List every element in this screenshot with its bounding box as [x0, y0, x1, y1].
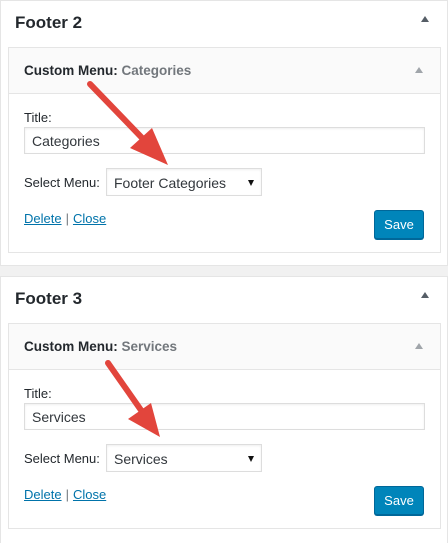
widget-header[interactable]: Custom Menu: Services [9, 324, 440, 370]
widget-area-title: Footer 2 [15, 13, 83, 32]
title-input[interactable] [24, 403, 425, 430]
close-link[interactable]: Close [73, 487, 106, 502]
select-menu-value: Footer Categories [114, 175, 227, 191]
widget-area-footer-2: Footer 2 Custom Menu: Categories Title: … [0, 0, 448, 266]
select-menu-value: Services [114, 451, 168, 467]
title-label: Title: [24, 386, 52, 401]
widget-instance-title: Categories [121, 63, 192, 78]
select-menu-label: Select Menu: [24, 175, 100, 190]
delete-link[interactable]: Delete [24, 487, 62, 502]
select-menu-dropdown[interactable]: Services [106, 444, 262, 472]
widget-type-label: Custom Menu: [24, 339, 118, 354]
collapse-arrow-icon[interactable] [421, 292, 429, 298]
select-menu-label: Select Menu: [24, 451, 100, 466]
widget-type-label: Custom Menu: [24, 63, 118, 78]
widget-area-header[interactable]: Footer 2 [1, 1, 447, 47]
save-button[interactable]: Save [374, 486, 424, 515]
widget-control-actions: Delete | Close [24, 487, 106, 502]
custom-menu-widget: Custom Menu: Categories Title: Select Me… [8, 47, 441, 253]
select-caret-icon [248, 180, 254, 186]
title-input[interactable] [24, 127, 425, 154]
select-menu-dropdown[interactable]: Footer Categories [106, 168, 262, 196]
widget-area-title: Footer 3 [15, 289, 83, 308]
title-label: Title: [24, 110, 52, 125]
delete-link[interactable]: Delete [24, 211, 62, 226]
collapse-arrow-icon[interactable] [415, 67, 423, 73]
select-caret-icon [248, 456, 254, 462]
widget-instance-title: Services [121, 339, 178, 354]
widget-area-header[interactable]: Footer 3 [1, 277, 447, 323]
widget-area-footer-3: Footer 3 Custom Menu: Services Title: Se… [0, 276, 448, 543]
link-separator: | [65, 487, 69, 502]
widget-title: Custom Menu: Services [24, 339, 177, 354]
save-button[interactable]: Save [374, 210, 424, 239]
collapse-arrow-icon[interactable] [421, 16, 429, 22]
link-separator: | [65, 211, 69, 226]
widget-control-actions: Delete | Close [24, 211, 106, 226]
widget-title: Custom Menu: Categories [24, 63, 191, 78]
close-link[interactable]: Close [73, 211, 106, 226]
widget-header[interactable]: Custom Menu: Categories [9, 48, 440, 94]
custom-menu-widget: Custom Menu: Services Title: Select Menu… [8, 323, 441, 529]
collapse-arrow-icon[interactable] [415, 343, 423, 349]
